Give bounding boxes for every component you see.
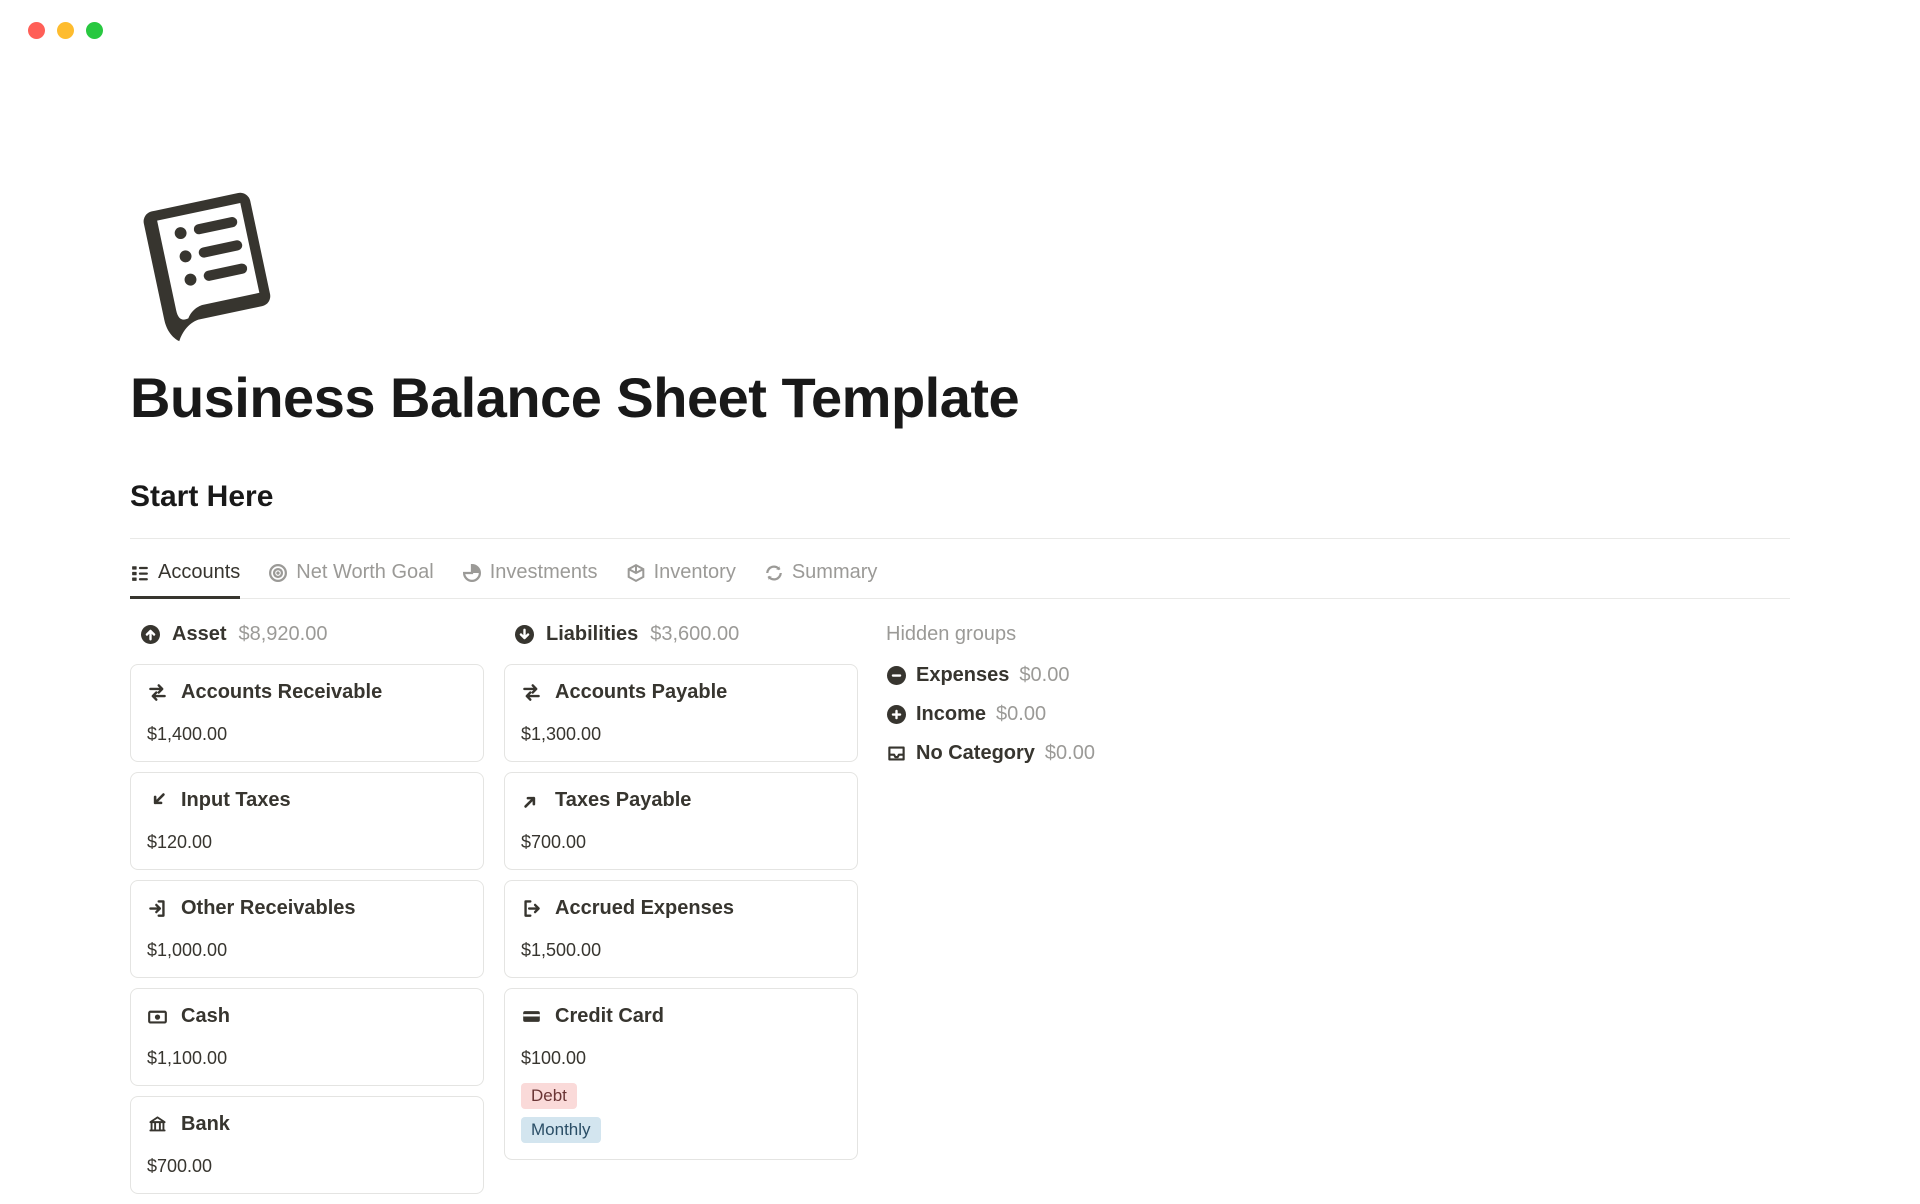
tab-label: Investments (490, 561, 598, 584)
card-amount: $1,300.00 (521, 724, 841, 745)
tabs: Accounts Net Worth Goal Investments Inve… (130, 539, 1790, 599)
tab-label: Summary (792, 561, 878, 584)
hidden-row-income[interactable]: Income $0.00 (886, 703, 1095, 726)
card-title: Accounts Payable (555, 681, 727, 704)
target-icon (268, 563, 288, 583)
hidden-row-expenses[interactable]: Expenses $0.00 (886, 664, 1095, 687)
card-tags: Debt Monthly (521, 1083, 841, 1143)
hidden-label: No Category (916, 742, 1035, 765)
tag-debt: Debt (521, 1083, 577, 1109)
card-cash[interactable]: Cash $1,100.00 (130, 988, 484, 1086)
arrow-down-circle-icon (514, 625, 534, 645)
cash-icon (147, 1007, 167, 1027)
minus-circle-icon (886, 666, 906, 686)
card-taxes-payable[interactable]: Taxes Payable $700.00 (504, 772, 858, 870)
tab-net-worth-goal[interactable]: Net Worth Goal (268, 561, 433, 598)
box-icon (626, 563, 646, 583)
card-amount: $1,500.00 (521, 940, 841, 961)
card-accounts-payable[interactable]: Accounts Payable $1,300.00 (504, 664, 858, 762)
column-header-asset[interactable]: Asset $8,920.00 (130, 617, 484, 664)
logout-icon (521, 899, 541, 919)
inbox-icon (886, 744, 906, 764)
arrow-out-icon (521, 791, 541, 811)
card-title: Cash (181, 1005, 230, 1028)
column-asset: Asset $8,920.00 Accounts Receivable $1,4… (130, 617, 484, 1204)
tab-inventory[interactable]: Inventory (626, 561, 736, 598)
section-heading: Start Here (130, 480, 1790, 514)
credit-card-icon (521, 1007, 541, 1027)
tab-accounts[interactable]: Accounts (130, 561, 240, 598)
card-title: Taxes Payable (555, 789, 691, 812)
arrow-up-circle-icon (140, 625, 160, 645)
column-header-liabilities[interactable]: Liabilities $3,600.00 (504, 617, 858, 664)
card-credit-card[interactable]: Credit Card $100.00 Debt Monthly (504, 988, 858, 1160)
column-total: $3,600.00 (650, 623, 739, 646)
card-accrued-expenses[interactable]: Accrued Expenses $1,500.00 (504, 880, 858, 978)
tab-summary[interactable]: Summary (764, 561, 878, 598)
tag-monthly: Monthly (521, 1117, 601, 1143)
column-title: Asset (172, 623, 226, 646)
card-title: Accrued Expenses (555, 897, 734, 920)
column-title: Liabilities (546, 623, 638, 646)
hidden-label: Income (916, 703, 986, 726)
card-title: Credit Card (555, 1005, 664, 1028)
hidden-total: $0.00 (1019, 664, 1069, 687)
transfer-icon (147, 683, 167, 703)
login-icon (147, 899, 167, 919)
window-controls (0, 0, 1920, 39)
card-title: Bank (181, 1113, 230, 1136)
card-bank[interactable]: Bank $700.00 (130, 1096, 484, 1194)
transfer-icon (521, 683, 541, 703)
hidden-label: Expenses (916, 664, 1009, 687)
column-liabilities: Liabilities $3,600.00 Accounts Payable $… (504, 617, 858, 1204)
hidden-row-no-category[interactable]: No Category $0.00 (886, 742, 1095, 765)
card-title: Other Receivables (181, 897, 356, 920)
board: Asset $8,920.00 Accounts Receivable $1,4… (130, 599, 1790, 1204)
tab-label: Accounts (158, 561, 240, 584)
list-icon (130, 563, 150, 583)
card-title: Accounts Receivable (181, 681, 382, 704)
maximize-window-button[interactable] (86, 22, 103, 39)
column-total: $8,920.00 (238, 623, 327, 646)
close-window-button[interactable] (28, 22, 45, 39)
hidden-groups: Hidden groups Expenses $0.00 Income $0.0… (878, 617, 1095, 1204)
tab-label: Inventory (654, 561, 736, 584)
card-input-taxes[interactable]: Input Taxes $120.00 (130, 772, 484, 870)
page-document-icon (130, 179, 300, 349)
card-amount: $1,100.00 (147, 1048, 467, 1069)
hidden-total: $0.00 (996, 703, 1046, 726)
card-amount: $700.00 (147, 1156, 467, 1177)
plus-circle-icon (886, 705, 906, 725)
page-title: Business Balance Sheet Template (130, 365, 1790, 430)
bank-icon (147, 1115, 167, 1135)
hidden-groups-title: Hidden groups (886, 617, 1095, 646)
pie-chart-icon (462, 563, 482, 583)
minimize-window-button[interactable] (57, 22, 74, 39)
card-amount: $700.00 (521, 832, 841, 853)
tab-investments[interactable]: Investments (462, 561, 598, 598)
hidden-total: $0.00 (1045, 742, 1095, 765)
tab-label: Net Worth Goal (296, 561, 433, 584)
card-amount: $1,000.00 (147, 940, 467, 961)
card-amount: $120.00 (147, 832, 467, 853)
refresh-icon (764, 563, 784, 583)
card-title: Input Taxes (181, 789, 291, 812)
card-accounts-receivable[interactable]: Accounts Receivable $1,400.00 (130, 664, 484, 762)
card-amount: $100.00 (521, 1048, 841, 1069)
card-amount: $1,400.00 (147, 724, 467, 745)
card-other-receivables[interactable]: Other Receivables $1,000.00 (130, 880, 484, 978)
arrow-in-icon (147, 791, 167, 811)
